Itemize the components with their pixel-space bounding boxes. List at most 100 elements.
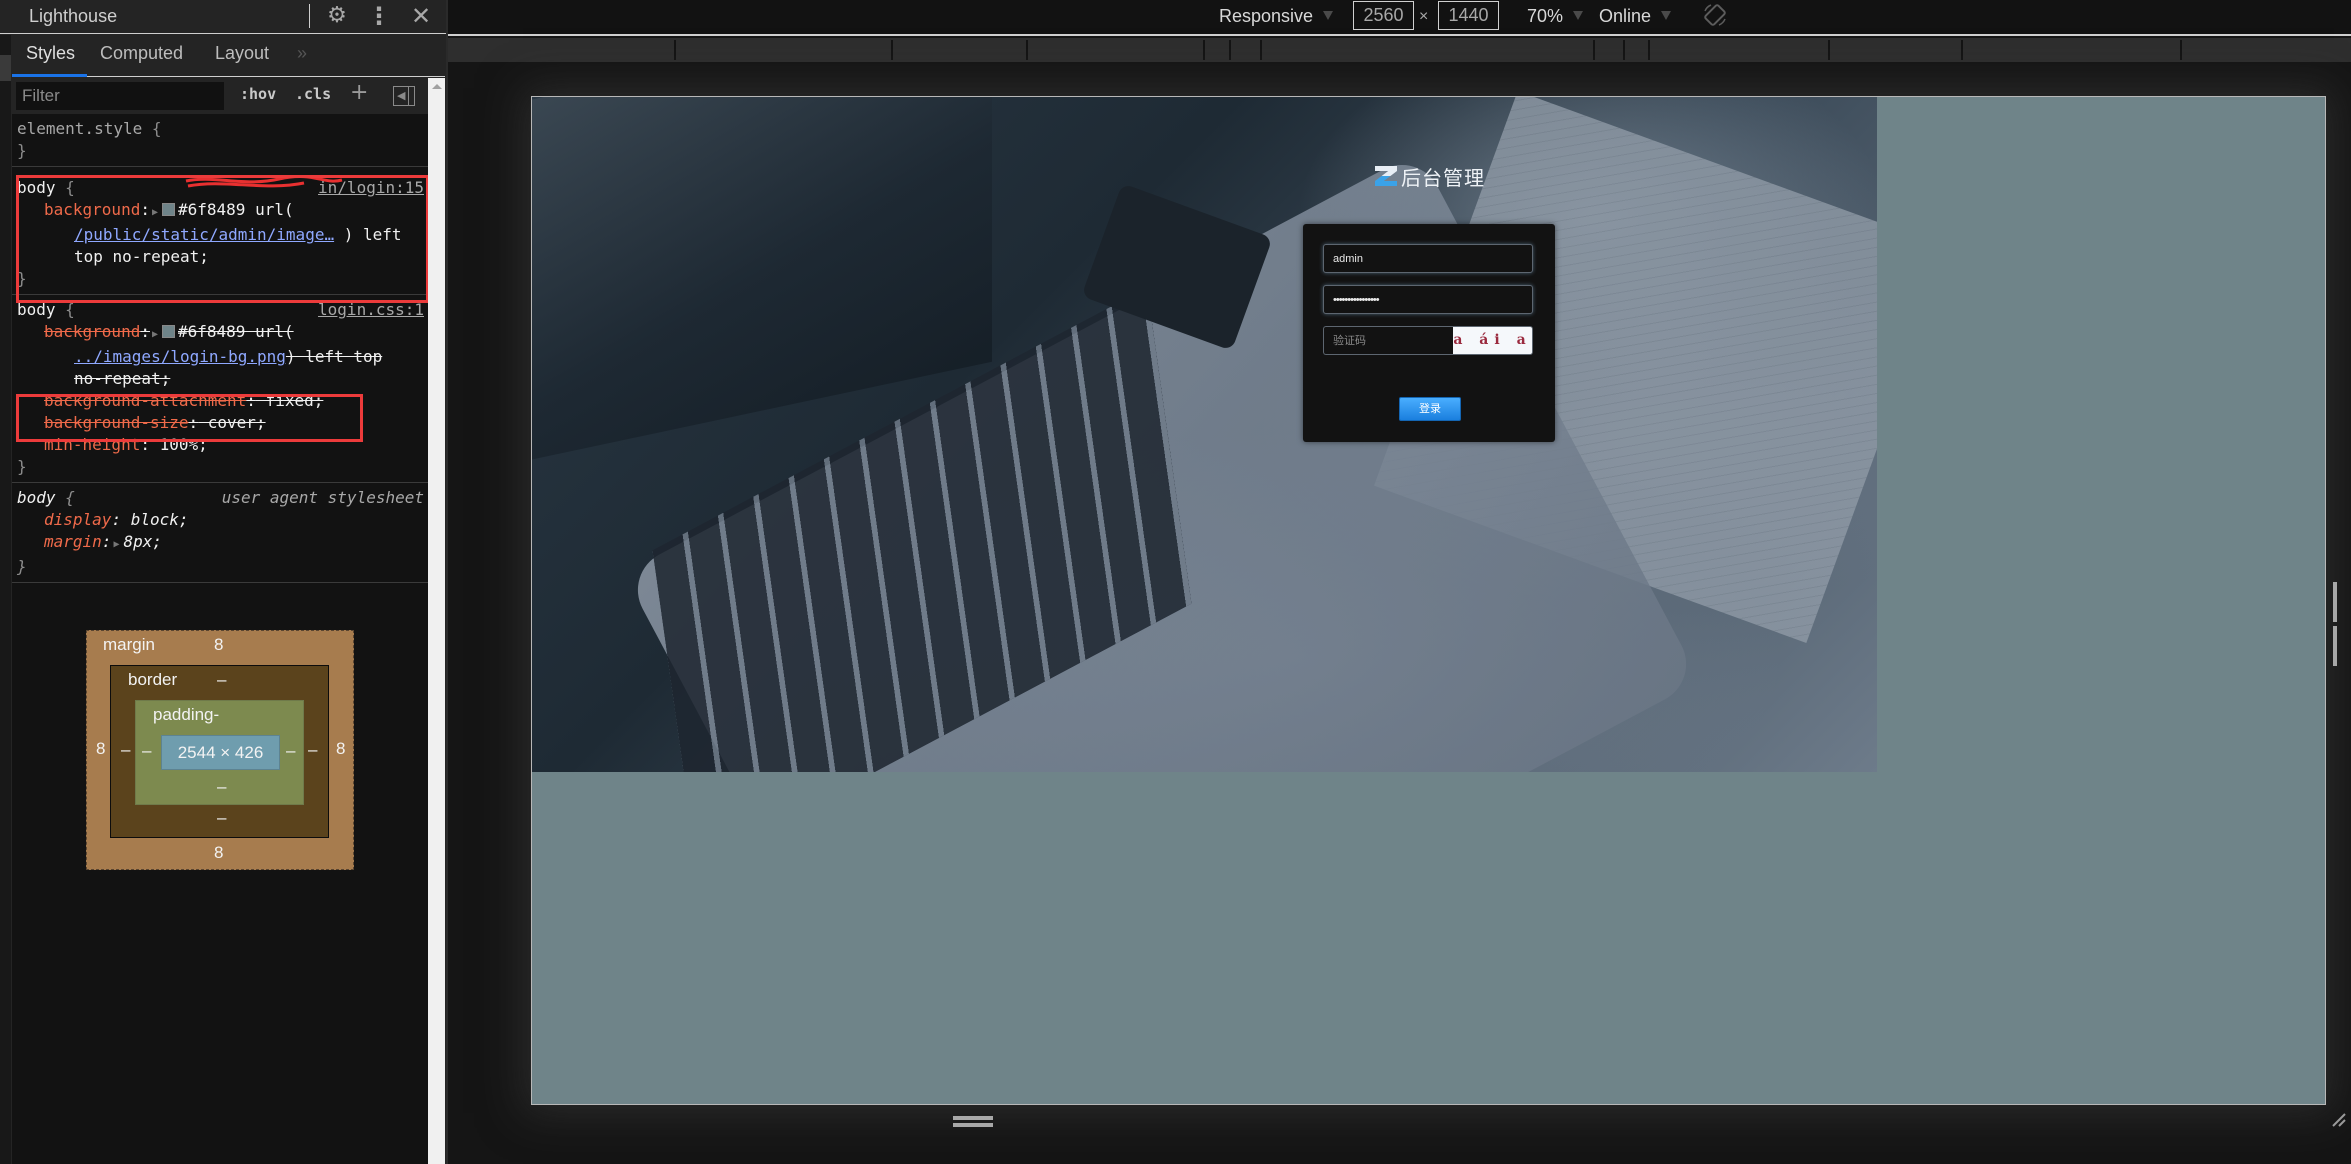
rule-source-link[interactable]: in/login:15 <box>318 177 424 199</box>
margin-bottom-value[interactable]: 8 <box>214 843 223 863</box>
property-value[interactable]: fixed; <box>256 391 324 410</box>
property-name: display <box>44 510 112 529</box>
media-query-marker[interactable] <box>1593 40 1595 60</box>
media-query-marker[interactable] <box>1026 40 1028 60</box>
property-name[interactable]: min-height <box>44 435 140 454</box>
close-brace: } <box>17 269 27 288</box>
margin-top-value[interactable]: 8 <box>214 635 223 655</box>
viewport-height-input[interactable]: 1440 <box>1438 1 1499 30</box>
padding-right-value[interactable]: – <box>286 741 295 761</box>
property-name[interactable]: background-size <box>44 413 189 432</box>
zoom-select[interactable]: 70% <box>1527 6 1584 27</box>
styles-filter-input[interactable] <box>16 82 224 110</box>
scroll-up-arrow-icon[interactable] <box>432 84 442 89</box>
class-toggle-button[interactable]: .cls <box>295 85 331 103</box>
border-right-value[interactable]: – <box>308 740 317 760</box>
login-button[interactable]: 登录 <box>1399 397 1461 421</box>
media-query-marker[interactable] <box>1623 40 1625 60</box>
username-input[interactable] <box>1323 244 1533 273</box>
device-select[interactable]: Responsive <box>1219 6 1334 27</box>
property-value[interactable]: 100%; <box>150 435 208 454</box>
colon: : <box>111 510 122 529</box>
open-brace: { <box>65 178 75 197</box>
expand-triangle-icon[interactable]: ▶ <box>152 329 158 340</box>
expand-triangle-icon[interactable]: ▶ <box>152 207 158 218</box>
tab-styles[interactable]: Styles <box>26 43 75 64</box>
media-query-marker[interactable] <box>1961 40 1963 60</box>
background-url-link[interactable]: ../images/login-bg.png <box>74 347 286 366</box>
box-model-border[interactable]: border – – – – padding- – – – 2544 × 426 <box>110 665 329 838</box>
media-query-marker[interactable] <box>891 40 893 60</box>
kebab-menu-icon[interactable]: ⋮ <box>366 3 392 29</box>
tab-layout[interactable]: Layout <box>215 43 269 64</box>
background-url-link[interactable]: /public/static/admin/image… <box>74 225 334 244</box>
toggle-computed-sidebar-icon[interactable]: ◀ <box>393 86 415 106</box>
throttling-select[interactable]: Online <box>1599 6 1672 27</box>
height-resize-handle[interactable] <box>953 1116 993 1128</box>
property-name[interactable]: background-attachment <box>44 391 246 410</box>
box-model-content-size[interactable]: 2544 × 426 <box>161 735 280 770</box>
declaration-background-attachment: background-attachment: fixed; <box>17 390 428 412</box>
border-top-value[interactable]: – <box>217 670 226 690</box>
border-left-value[interactable]: – <box>121 740 130 760</box>
box-model-margin[interactable]: margin 8 8 8 8 border – – – – padding- –… <box>86 630 354 870</box>
box-model-padding[interactable]: padding- – – – 2544 × 426 <box>135 700 304 805</box>
media-query-bar[interactable] <box>448 38 2351 62</box>
password-input[interactable] <box>1323 285 1533 314</box>
width-resize-handle[interactable] <box>2333 582 2345 666</box>
color-swatch[interactable] <box>162 203 175 216</box>
corner-resize-handle-icon[interactable] <box>2329 1110 2347 1128</box>
padding-bottom-value[interactable]: – <box>217 777 226 797</box>
property-name[interactable]: background <box>44 322 140 341</box>
rotate-icon[interactable] <box>1702 2 1728 28</box>
style-rule-body-inline: body { in/login:15 background: ▶ #6f8489 u… <box>12 167 428 295</box>
color-swatch[interactable] <box>162 325 175 338</box>
captcha-image[interactable]: a ái a <box>1453 326 1533 355</box>
padding-left-value[interactable]: – <box>142 741 151 761</box>
close-brace: } <box>17 457 27 476</box>
property-value: ) left top <box>285 347 383 366</box>
margin-left-value[interactable]: 8 <box>96 739 105 759</box>
style-rule-element-style: element.style { } <box>12 114 428 167</box>
viewport-width-input[interactable]: 2560 <box>1353 1 1414 30</box>
hover-state-button[interactable]: :hov <box>240 85 276 103</box>
border-bottom-value[interactable]: – <box>217 808 226 828</box>
property-value: block; <box>121 510 189 529</box>
captcha-input[interactable] <box>1323 326 1453 355</box>
media-query-marker[interactable] <box>1229 40 1231 60</box>
property-name[interactable]: background <box>44 200 140 219</box>
media-query-marker[interactable] <box>1260 40 1262 60</box>
styles-scrollbar[interactable] <box>428 78 445 1164</box>
declaration-background-size: background-size: cover; <box>17 412 428 434</box>
media-query-marker[interactable] <box>1648 40 1650 60</box>
logo-title: 后台管理 <box>1401 165 1485 190</box>
close-icon[interactable]: ✕ <box>408 3 434 29</box>
panel-title: Lighthouse <box>29 6 118 26</box>
rule-selector[interactable]: element.style <box>17 119 142 138</box>
tab-computed[interactable]: Computed <box>100 43 183 64</box>
media-query-marker[interactable] <box>1203 40 1205 60</box>
emulated-viewport: Z 后台管理 a ái a 登录 <box>531 96 2326 1105</box>
new-style-rule-button[interactable]: + <box>350 80 368 105</box>
property-value: top no-repeat; <box>74 247 209 266</box>
colon: : <box>101 532 112 551</box>
device-label: Responsive <box>1219 6 1314 26</box>
property-value: ) left <box>334 225 402 244</box>
property-value[interactable]: #6f8489 url( <box>178 200 294 219</box>
property-name: margin <box>44 532 102 551</box>
media-query-marker[interactable] <box>1828 40 1830 60</box>
more-tabs-chevron-icon[interactable]: » <box>297 43 307 64</box>
media-query-marker[interactable] <box>674 40 676 60</box>
rule-selector[interactable]: body <box>17 300 56 319</box>
property-value[interactable]: cover; <box>198 413 266 432</box>
declaration-continuation: ../images/login-bg.png) left top <box>17 346 428 368</box>
rule-selector[interactable]: body <box>17 178 56 197</box>
expand-triangle-icon[interactable]: ▶ <box>113 539 119 550</box>
close-brace: } <box>17 141 27 160</box>
rule-source-link[interactable]: login.css:1 <box>318 299 424 321</box>
media-query-marker[interactable] <box>2180 40 2182 60</box>
margin-right-value[interactable]: 8 <box>336 739 345 759</box>
throttling-label: Online <box>1599 6 1652 26</box>
gear-icon[interactable]: ⚙ <box>324 3 350 29</box>
property-value[interactable]: #6f8489 url( <box>178 322 294 341</box>
